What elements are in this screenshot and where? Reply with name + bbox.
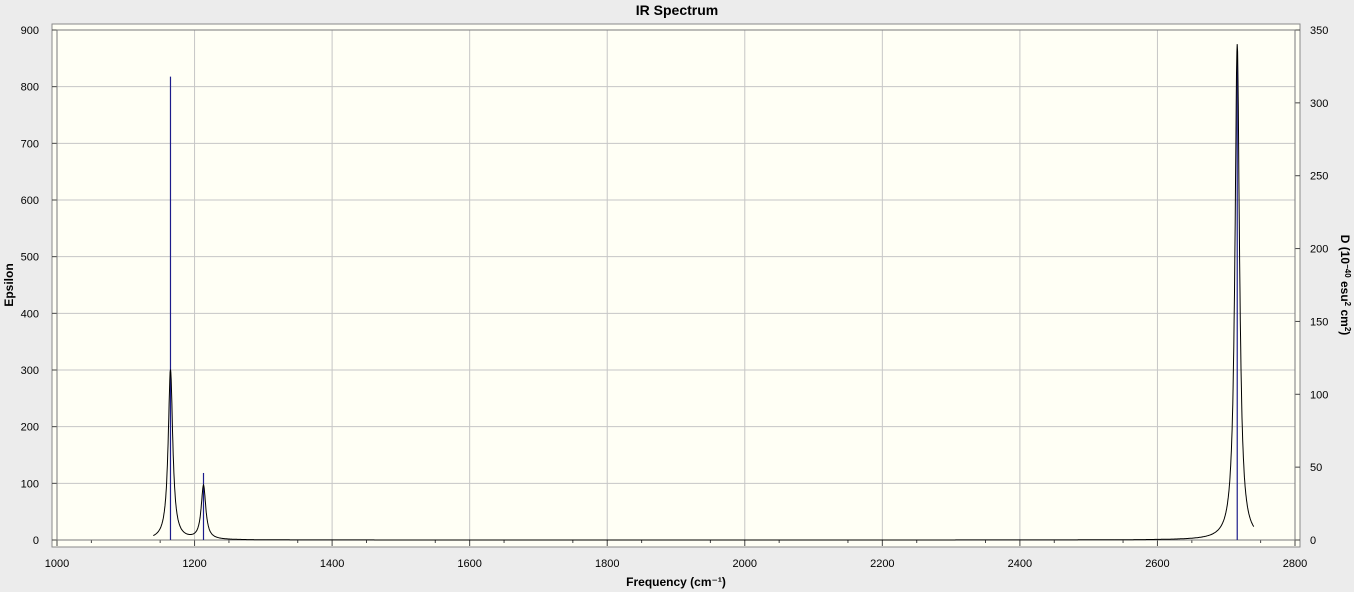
- y-right-title-part: esu: [1338, 278, 1352, 302]
- y-left-tick-label: 400: [21, 308, 39, 320]
- x-axis-title: Frequency (cm⁻¹): [626, 575, 726, 589]
- y-left-tick-label: 100: [21, 478, 39, 490]
- x-tick-label: 1200: [182, 558, 206, 570]
- x-tick-label: 2200: [870, 558, 894, 570]
- y-left-tick-label: 800: [21, 82, 39, 94]
- y-right-tick-label: 300: [1310, 98, 1328, 110]
- y-right-title-part: D (10: [1338, 235, 1352, 265]
- y-right-tick-label: 200: [1310, 244, 1328, 256]
- x-tick-label: 1400: [320, 558, 344, 570]
- y-right-title-part: ): [1338, 331, 1352, 335]
- y-left-tick-label: 700: [21, 138, 39, 150]
- y-left-tick-label: 300: [21, 365, 39, 377]
- y-right-title-part: −40: [1344, 264, 1353, 278]
- y-right-tick-label: 350: [1310, 25, 1328, 37]
- x-tick-label: 2800: [1283, 558, 1307, 570]
- plot-area: [51, 23, 1301, 548]
- y-axis-right-title: D (10−40 esu2 cm2): [1338, 235, 1353, 336]
- y-left-tick-label: 500: [21, 252, 39, 264]
- x-tick-label: 2000: [733, 558, 757, 570]
- x-tick-label: 1800: [595, 558, 619, 570]
- y-left-tick-label: 200: [21, 422, 39, 434]
- y-right-tick-label: 50: [1310, 462, 1322, 474]
- chart-title: IR Spectrum: [636, 2, 718, 18]
- y-left-tick-label: 900: [21, 25, 39, 37]
- x-tick-label: 2600: [1145, 558, 1169, 570]
- y-right-tick-label: 250: [1310, 171, 1328, 183]
- y-right-tick-label: 150: [1310, 316, 1328, 328]
- y-right-tick-label: 0: [1310, 535, 1316, 547]
- x-tick-label: 1000: [45, 558, 69, 570]
- y-left-tick-label: 0: [33, 535, 39, 547]
- y-right-tick-label: 100: [1310, 389, 1328, 401]
- y-right-title-part: cm: [1338, 306, 1352, 327]
- y-axis-left-title: Epsilon: [2, 263, 16, 306]
- ir-spectrum-chart: IR Spectrum 1000 1200 1400 1600 1800 2000 2200…: [0, 0, 1354, 592]
- x-tick-label: 1600: [457, 558, 481, 570]
- x-tick-label: 2400: [1008, 558, 1032, 570]
- y-left-tick-label: 600: [21, 195, 39, 207]
